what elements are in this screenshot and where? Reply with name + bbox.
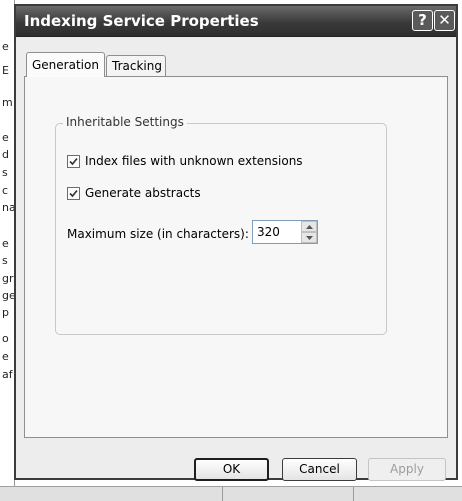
close-button[interactable]: ✕	[434, 10, 455, 31]
apply-button[interactable]: Apply	[368, 458, 446, 481]
tab-tracking-label: Tracking	[112, 59, 162, 73]
tab-tracking[interactable]: Tracking	[106, 55, 166, 76]
indexing-service-properties-dialog: Indexing Service Properties ? ✕ Generati…	[14, 4, 458, 481]
ok-button[interactable]: OK	[194, 458, 269, 481]
generate-abstracts-row[interactable]: Generate abstracts	[67, 186, 201, 200]
dialog-title: Indexing Service Properties	[24, 12, 259, 30]
index-unknown-extensions-label: Index files with unknown extensions	[85, 154, 303, 168]
maximum-size-row: Maximum size (in characters):	[67, 227, 249, 241]
inheritable-settings-group: Inheritable Settings Index files with un…	[55, 115, 387, 335]
background-text-strip: e E m e d s c na e s gr ge p o e af	[0, 0, 15, 500]
arrow-up-icon	[305, 224, 313, 229]
background-fragment: c	[2, 184, 9, 197]
help-button[interactable]: ?	[412, 10, 433, 31]
background-fragment: o	[2, 332, 9, 345]
background-fragment: E	[2, 64, 9, 77]
background-fragment: gr	[2, 272, 14, 285]
generation-tab-panel: Inheritable Settings Index files with un…	[24, 76, 448, 438]
checkmark-icon	[69, 189, 78, 197]
background-fragment: d	[2, 148, 9, 161]
background-fragment: s	[2, 254, 8, 267]
background-fragment: af	[2, 368, 13, 381]
spin-up-button[interactable]	[301, 221, 317, 232]
background-fragment: s	[2, 166, 8, 179]
maximum-size-input[interactable]	[253, 221, 301, 243]
background-fragment: e	[2, 237, 9, 250]
background-status-bar	[0, 486, 462, 501]
arrow-down-icon	[305, 235, 313, 240]
spin-down-button[interactable]	[301, 232, 317, 243]
cancel-button[interactable]: Cancel	[282, 458, 357, 481]
group-label: Inheritable Settings	[63, 115, 187, 129]
generate-abstracts-label: Generate abstracts	[85, 186, 201, 200]
background-fragment: p	[2, 306, 9, 319]
checkmark-icon	[69, 157, 78, 165]
background-fragment: e	[2, 40, 9, 53]
tab-generation-label: Generation	[32, 58, 99, 72]
maximum-size-label: Maximum size (in characters):	[67, 227, 249, 241]
close-icon: ✕	[438, 11, 451, 29]
index-unknown-extensions-checkbox[interactable]	[67, 154, 80, 168]
status-divider	[222, 487, 223, 501]
spinner-buttons	[301, 221, 317, 243]
maximum-size-spinner	[252, 220, 318, 244]
generate-abstracts-checkbox[interactable]	[67, 186, 80, 200]
tab-generation[interactable]: Generation	[26, 52, 105, 77]
background-fragment: e	[2, 350, 9, 363]
status-divider	[353, 487, 354, 501]
title-bar[interactable]: Indexing Service Properties ? ✕	[16, 6, 456, 37]
help-icon: ?	[418, 11, 427, 29]
background-fragment: m	[2, 96, 13, 109]
background-fragment: e	[2, 131, 9, 144]
index-unknown-extensions-row[interactable]: Index files with unknown extensions	[67, 154, 303, 168]
